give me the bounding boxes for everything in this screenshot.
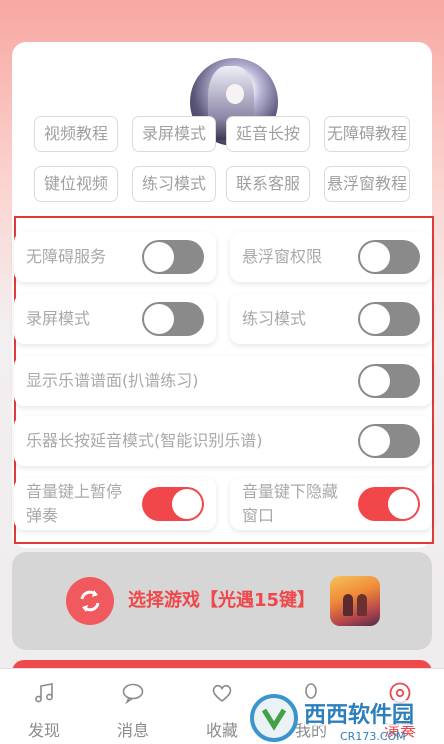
tab-discover[interactable]: 发现 bbox=[0, 669, 88, 744]
setting-record-mode: 录屏模式 bbox=[14, 294, 216, 344]
volume-down-hide-toggle[interactable] bbox=[358, 487, 420, 521]
tag-key-video[interactable]: 键位视频 bbox=[34, 166, 118, 202]
practice-mode-toggle[interactable] bbox=[358, 302, 420, 336]
svg-text:CR173.COM: CR173.COM bbox=[340, 730, 406, 743]
tab-messages[interactable]: 消息 bbox=[89, 669, 177, 744]
accessibility-service-toggle[interactable] bbox=[142, 240, 204, 274]
tab-label: 消息 bbox=[116, 721, 149, 740]
setting-practice-mode: 练习模式 bbox=[230, 294, 432, 344]
select-game-label: 选择游戏【光遇15键】 bbox=[128, 590, 316, 611]
watermark-logo: 西西软件园 CR173.COM bbox=[250, 694, 440, 743]
tag-video-tutorial[interactable]: 视频教程 bbox=[34, 116, 118, 152]
avatar-face bbox=[226, 84, 244, 104]
tag-contact-support[interactable]: 联系客服 bbox=[226, 166, 310, 202]
setting-volume-up-pause: 音量键上暂停弹奏 bbox=[14, 478, 216, 530]
tag-floating-window-tutorial[interactable]: 悬浮窗教程 bbox=[324, 166, 410, 202]
svg-text:西西软件园: 西西软件园 bbox=[304, 702, 414, 728]
tag-record-mode[interactable]: 录屏模式 bbox=[132, 116, 216, 152]
music-note-icon bbox=[35, 683, 53, 703]
volume-up-pause-toggle[interactable] bbox=[142, 487, 204, 521]
setting-volume-down-hide: 音量键下隐藏窗口 bbox=[230, 478, 432, 530]
tag-practice-mode[interactable]: 练习模式 bbox=[132, 166, 216, 202]
select-game-button[interactable]: 选择游戏【光遇15键】 bbox=[12, 552, 432, 650]
switch-arrows-icon bbox=[66, 577, 114, 625]
record-mode-toggle[interactable] bbox=[142, 302, 204, 336]
tag-accessibility-tutorial[interactable]: 无障碍教程 bbox=[324, 116, 410, 152]
chat-bubble-icon bbox=[122, 683, 144, 705]
tag-sustain-press[interactable]: 延音长按 bbox=[226, 116, 310, 152]
setting-accessibility-service: 无障碍服务 bbox=[14, 232, 216, 282]
floating-permission-toggle[interactable] bbox=[358, 240, 420, 274]
setting-show-score: 显示乐谱谱面(扒谱练习) bbox=[14, 356, 432, 406]
game-app-icon bbox=[330, 576, 380, 626]
heart-icon bbox=[212, 684, 232, 703]
sustain-mode-toggle[interactable] bbox=[358, 424, 420, 458]
tab-label: 发现 bbox=[27, 721, 60, 740]
setting-floating-permission: 悬浮窗权限 bbox=[230, 232, 432, 282]
show-score-toggle[interactable] bbox=[358, 364, 420, 398]
setting-sustain-mode: 乐器长按延音模式(智能识别乐谱) bbox=[14, 416, 432, 466]
